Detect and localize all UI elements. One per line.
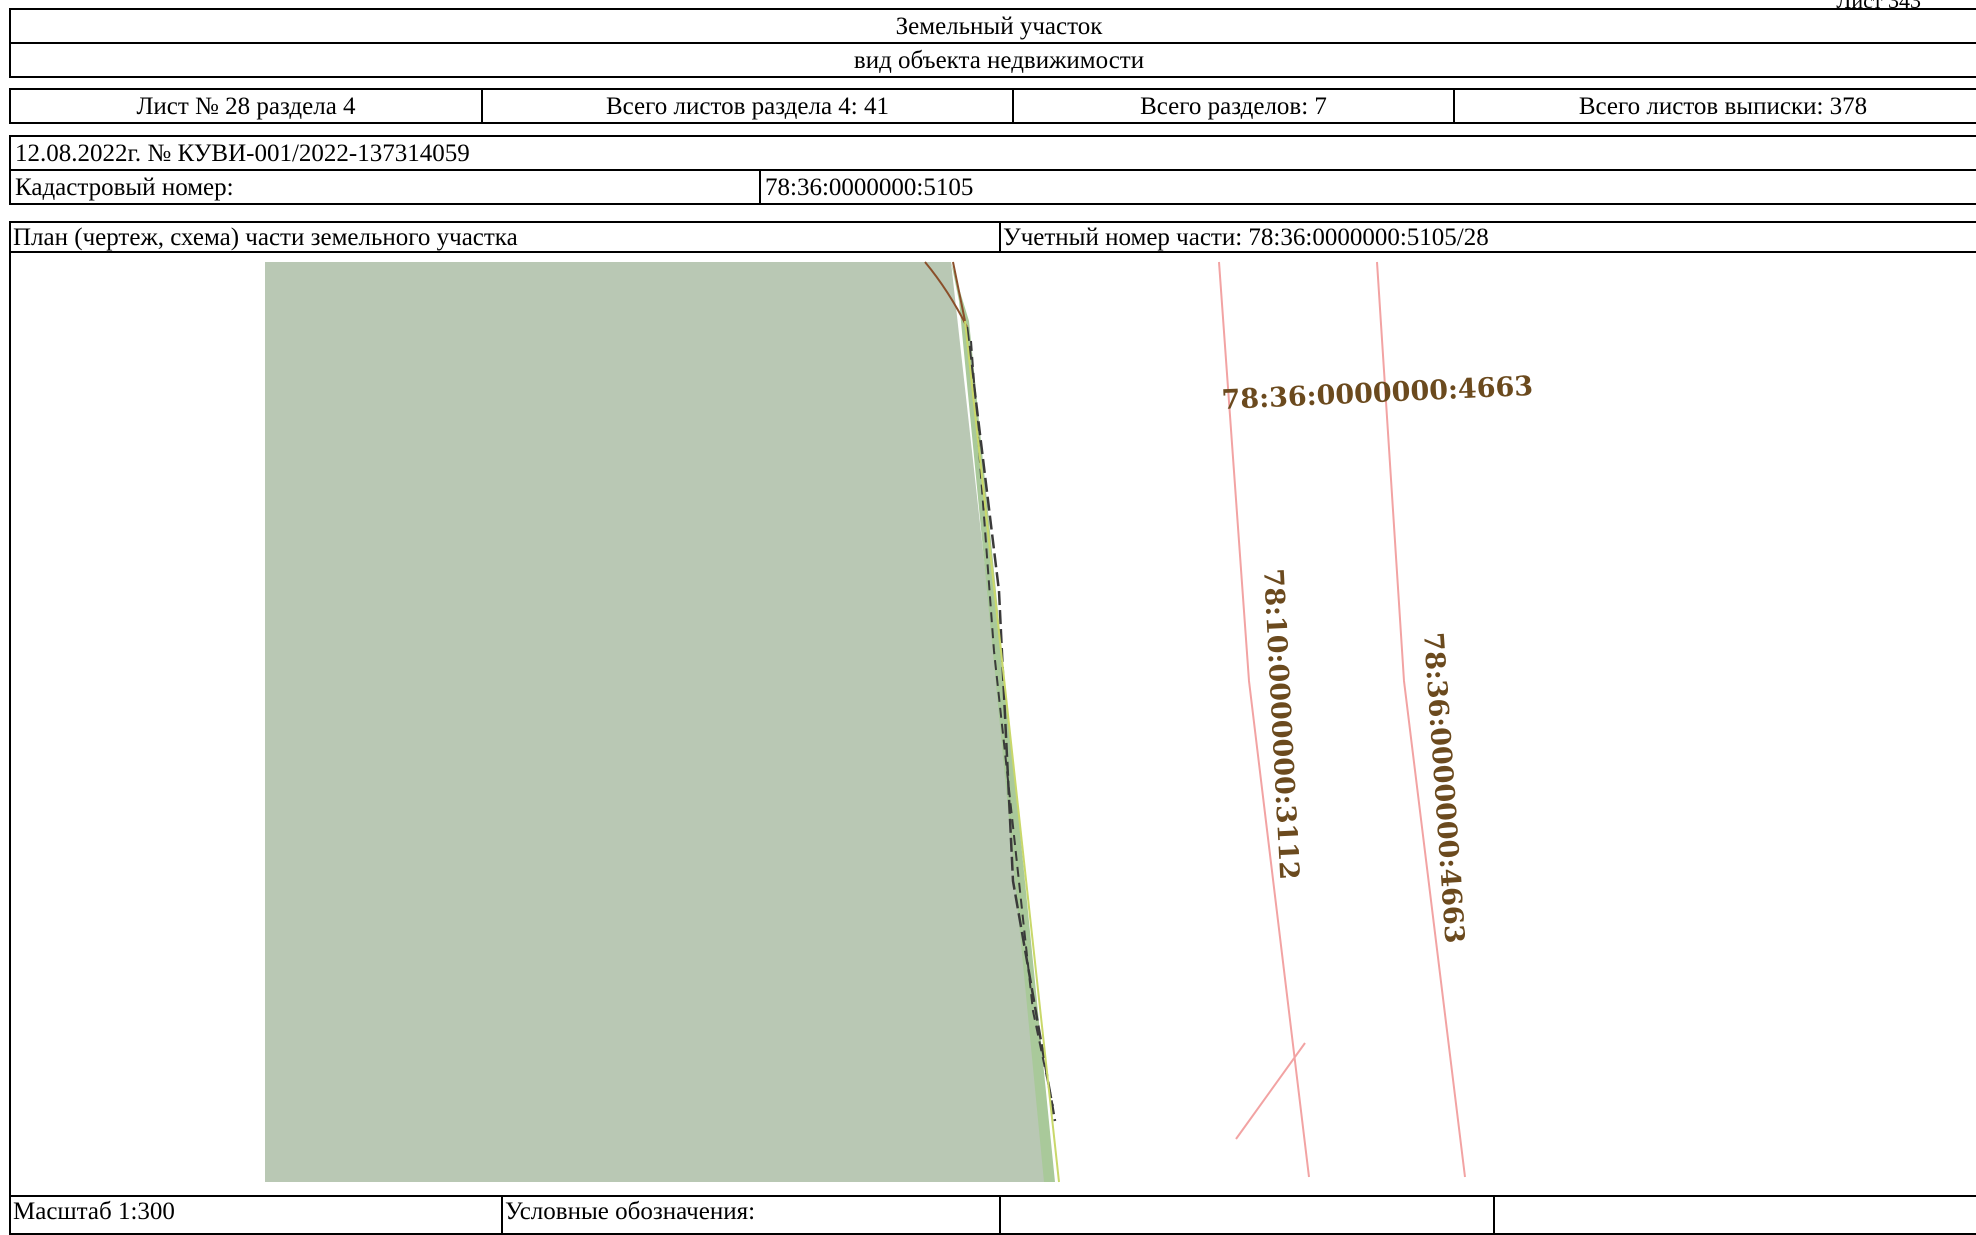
section-sheets-total: Всего листов раздела 4: 41 xyxy=(481,88,1014,124)
legend-cell-1 xyxy=(999,1195,1495,1235)
object-kind: вид объекта недвижимости xyxy=(9,42,1976,78)
legend-cell-2 xyxy=(1493,1195,1976,1235)
legend-label: Условные обозначения: xyxy=(501,1195,1001,1235)
parcel-polygon xyxy=(265,262,1053,1182)
plan-title: План (чертеж, схема) части земельного уч… xyxy=(9,221,1001,253)
parcel-label-right: 78:36:0000000:4663 xyxy=(1417,631,1470,944)
object-title: Земельный участок xyxy=(9,8,1976,44)
document-date-number: 12.08.2022г. № КУВИ-001/2022-137314059 xyxy=(9,135,1976,171)
extract-sheets-total: Всего листов выписки: 378 xyxy=(1453,88,1976,124)
parcel-label-middle: 78:10:0000000:3112 xyxy=(1257,568,1304,881)
scale-label: Масштаб 1:300 xyxy=(9,1195,503,1235)
cadastral-number-value: 78:36:0000000:5105 xyxy=(759,169,1976,205)
sections-total: Всего разделов: 7 xyxy=(1012,88,1455,124)
cadastral-number-label: Кадастровый номер: xyxy=(9,169,761,205)
sheet-number: Лист № 28 раздела 4 xyxy=(9,88,483,124)
parcel-label-top: 78:36:0000000:4663 xyxy=(1221,371,1534,416)
part-number: Учетный номер части: 78:36:0000000:5105/… xyxy=(999,221,1976,253)
plan-drawing-area: 78:36:0000000:4663 78:10:0000000:3112 78… xyxy=(9,251,1976,1197)
neighbour-boundary-3 xyxy=(1235,1042,1306,1140)
plan-map: 78:36:0000000:4663 78:10:0000000:3112 78… xyxy=(265,261,1534,1183)
